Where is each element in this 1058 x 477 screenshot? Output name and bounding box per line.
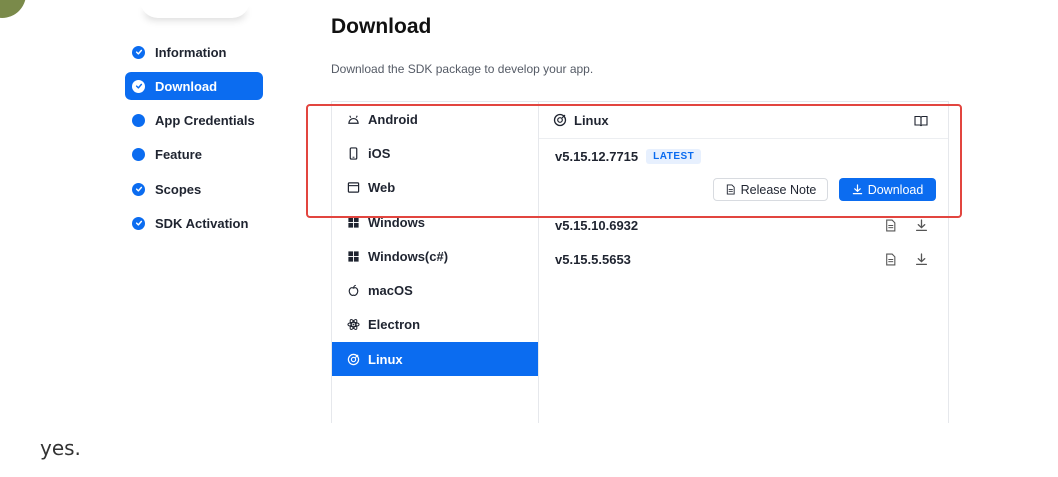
platform-list: Android iOS Web Windows Windows(c#) macO… <box>332 102 539 423</box>
download-icon <box>852 184 862 195</box>
download-icon[interactable] <box>915 253 928 266</box>
release-note-icon[interactable] <box>884 219 897 232</box>
platform-detail: Linux v5.15.12.7715 LATEST Release Note … <box>539 102 948 423</box>
platform-label: Android <box>368 111 418 127</box>
phone-icon <box>346 146 360 160</box>
platform-macos[interactable]: macOS <box>332 273 538 307</box>
step-scopes[interactable]: Scopes <box>125 175 263 203</box>
version-label: v5.15.10.6932 <box>555 218 639 233</box>
electron-icon <box>346 318 360 332</box>
detail-title: Linux <box>574 112 609 128</box>
steps-sidebar: Information Download App Credentials Fea… <box>125 38 263 244</box>
detail-header: Linux <box>539 102 948 139</box>
dot-icon <box>132 148 145 162</box>
step-label: SDK Activation <box>155 215 249 231</box>
book-icon[interactable] <box>914 114 928 128</box>
download-label: Download <box>867 182 924 197</box>
latest-badge: LATEST <box>646 149 702 164</box>
document-icon <box>726 184 735 195</box>
platform-label: iOS <box>368 145 391 161</box>
platform-linux[interactable]: Linux <box>332 342 538 377</box>
page-subtitle: Download the SDK package to develop your… <box>331 62 594 76</box>
platform-ios[interactable]: iOS <box>332 136 538 170</box>
page-title: Download <box>331 15 432 38</box>
version-actions <box>884 219 928 232</box>
step-app-credentials[interactable]: App Credentials <box>125 107 263 135</box>
platform-web[interactable]: Web <box>332 171 538 205</box>
version-label: v5.15.12.7715 <box>555 149 639 164</box>
step-label: Feature <box>155 147 202 163</box>
platform-label: Windows(c#) <box>368 248 449 264</box>
check-icon <box>132 45 145 59</box>
top-card-edge <box>140 0 250 18</box>
step-feature[interactable]: Feature <box>125 141 263 169</box>
version-label: v5.15.5.5653 <box>555 252 631 267</box>
platform-windows[interactable]: Windows <box>332 205 538 239</box>
version-actions <box>884 253 928 266</box>
release-note-icon[interactable] <box>884 253 897 266</box>
download-button[interactable]: Download <box>839 178 936 201</box>
caption-text: yes. <box>40 436 81 460</box>
platform-label: Web <box>368 180 396 196</box>
version-row-latest: v5.15.12.7715 LATEST <box>555 149 702 164</box>
corner-avatar-fragment <box>0 0 26 18</box>
release-note-label: Release Note <box>740 182 817 197</box>
release-note-button[interactable]: Release Note <box>713 178 828 201</box>
version-row: v5.15.5.5653 <box>555 252 631 267</box>
apple-icon <box>346 284 360 298</box>
linux-icon <box>346 352 360 366</box>
platform-android[interactable]: Android <box>332 102 538 136</box>
step-information[interactable]: Information <box>125 38 263 66</box>
windows-icon <box>346 249 360 263</box>
download-icon[interactable] <box>915 219 928 232</box>
step-download[interactable]: Download <box>125 72 263 101</box>
windows-icon <box>346 215 360 229</box>
platform-label: Linux <box>368 351 403 367</box>
step-label: Download <box>155 78 218 94</box>
linux-icon <box>553 113 567 127</box>
platform-electron[interactable]: Electron <box>332 308 538 342</box>
browser-icon <box>346 181 360 195</box>
version-row: v5.15.10.6932 <box>555 218 638 233</box>
step-label: Scopes <box>155 181 202 197</box>
dot-icon <box>132 114 145 128</box>
sdk-panel: Android iOS Web Windows Windows(c#) macO… <box>331 101 949 423</box>
platform-label: Electron <box>368 317 421 333</box>
check-icon <box>132 216 145 230</box>
step-label: App Credentials <box>155 113 255 129</box>
step-sdk-activation[interactable]: SDK Activation <box>125 209 263 237</box>
check-icon <box>132 182 145 196</box>
platform-label: macOS <box>368 283 413 299</box>
platform-windows-csharp[interactable]: Windows(c#) <box>332 239 538 273</box>
platform-label: Windows <box>368 214 425 230</box>
step-label: Information <box>155 44 227 60</box>
android-icon <box>346 112 360 126</box>
check-icon <box>132 79 145 93</box>
